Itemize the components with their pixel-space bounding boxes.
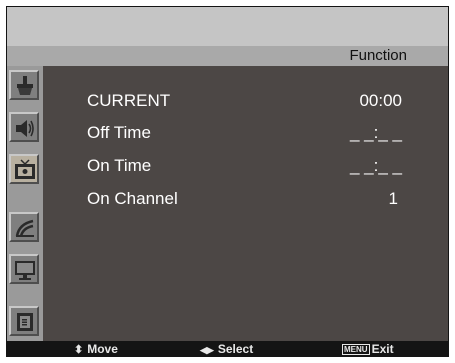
menu-row-off-time[interactable]: Off Time _ _:_ _ <box>43 122 448 150</box>
off-time-label: Off Time <box>87 123 151 142</box>
left-right-arrow-icon: ◀▶ <box>200 345 214 355</box>
current-label: CURRENT <box>87 91 171 110</box>
on-channel-label: On Channel <box>87 189 178 208</box>
sound-icon[interactable] <box>9 112 39 142</box>
menu-row-on-channel[interactable]: On Channel 1 <box>43 188 448 216</box>
menu-title: Function <box>349 47 407 64</box>
move-hint: ⬍ Move <box>74 342 118 358</box>
menu-sidebar <box>7 66 43 341</box>
move-label: Move <box>87 342 118 356</box>
osd-top-bar <box>7 7 448 46</box>
select-hint: ◀▶ Select <box>200 342 253 358</box>
picture-icon[interactable] <box>9 70 39 100</box>
menu-key-icon: MENU <box>342 344 370 355</box>
source-icon[interactable] <box>9 306 39 336</box>
exit-label: Exit <box>371 342 394 356</box>
osd-screen: Function CURRENT 00:00 Off Time _ _:_ _ … <box>0 0 455 363</box>
tv-function-icon[interactable] <box>9 154 39 184</box>
menu-row-current[interactable]: CURRENT 00:00 <box>43 90 448 118</box>
on-time-label: On Time <box>87 156 152 175</box>
screen-icon[interactable] <box>9 254 39 284</box>
exit-hint: MENU Exit <box>342 342 394 357</box>
on-channel-value: 1 <box>388 189 398 208</box>
off-time-value: _ _:_ _ <box>350 123 402 142</box>
select-label: Select <box>217 342 254 356</box>
function-panel: CURRENT 00:00 Off Time _ _:_ _ On Time _… <box>43 66 448 341</box>
on-time-value: _ _:_ _ <box>350 156 402 175</box>
current-value: 00:00 <box>359 91 402 110</box>
menu-row-on-time[interactable]: On Time _ _:_ _ <box>43 155 448 183</box>
setup-icon[interactable] <box>9 212 39 242</box>
up-down-arrow-icon: ⬍ <box>74 344 84 356</box>
